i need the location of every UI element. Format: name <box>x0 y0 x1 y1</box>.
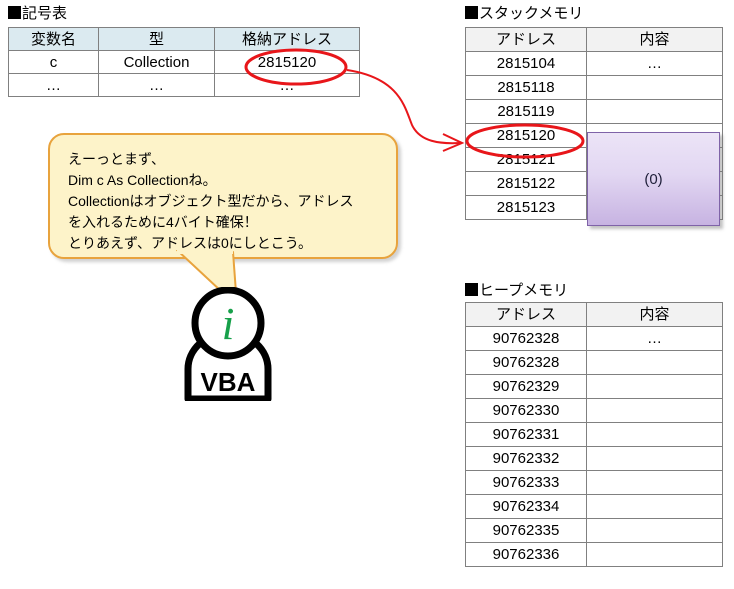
table-row: 90762331 <box>465 422 723 447</box>
cell-address: 90762331 <box>465 422 587 447</box>
table-row: 90762333 <box>465 470 723 495</box>
table-row: 2815119 <box>465 99 723 124</box>
cell-content <box>586 446 723 471</box>
cell-variable-name: c <box>8 50 99 74</box>
bullet-square-icon <box>465 6 478 19</box>
stack-memory-title-text: スタックメモリ <box>479 5 584 22</box>
table-header-row: アドレス 内容 <box>465 27 723 52</box>
cell-address: 2815123 <box>465 195 587 220</box>
allocated-memory-block: (0) <box>587 132 720 226</box>
connector-arrowhead <box>442 133 465 152</box>
table-row: 90762334 <box>465 494 723 519</box>
cell-content: … <box>586 51 723 76</box>
table-row: … … … <box>8 73 360 97</box>
cell-address: 90762330 <box>465 398 587 423</box>
cell-address: 90762329 <box>465 374 587 399</box>
heap-memory-title: ヒープメモリ <box>465 283 568 298</box>
cell-address: 90762328 <box>465 350 587 375</box>
cell-content <box>586 494 723 519</box>
cell-content <box>586 542 723 567</box>
cell-content <box>586 470 723 495</box>
cell-content <box>586 518 723 543</box>
cell-content <box>586 350 723 375</box>
cell-content <box>586 398 723 423</box>
table-row: 90762335 <box>465 518 723 543</box>
cell-address: 2815119 <box>465 99 587 124</box>
mascot-letter: i <box>222 298 235 349</box>
table-header-row: 変数名 型 格納アドレス <box>8 27 360 51</box>
table-row: 90762328 <box>465 350 723 375</box>
cell-address: 90762335 <box>465 518 587 543</box>
speech-bubble: えーっとまず、 Dim c As Collectionね。 Collection… <box>48 133 398 259</box>
bullet-square-icon <box>8 6 21 19</box>
cell-type: Collection <box>98 50 215 74</box>
table-row: 90762329 <box>465 374 723 399</box>
cell-stored-address: … <box>214 73 360 97</box>
cell-stored-address: 2815120 <box>214 50 360 74</box>
cell-content <box>586 75 723 100</box>
symbol-table-title: 記号表 <box>8 6 67 21</box>
cell-address: 90762328 <box>465 326 587 351</box>
cell-address: 90762334 <box>465 494 587 519</box>
cell-address: 2815121 <box>465 147 587 172</box>
symbol-table: 変数名 型 格納アドレス c Collection 2815120 … … … <box>8 27 360 97</box>
table-header-row: アドレス 内容 <box>465 302 723 327</box>
column-header-stored-address: 格納アドレス <box>214 27 360 51</box>
column-header-content: 内容 <box>586 302 723 327</box>
cell-variable-name: … <box>8 73 99 97</box>
cell-content <box>586 422 723 447</box>
cell-address-highlighted: 2815120 <box>465 123 587 148</box>
bullet-square-icon <box>465 283 478 296</box>
vba-mascot-icon: i VBA <box>184 287 272 401</box>
stack-memory-title: スタックメモリ <box>465 6 583 21</box>
heap-memory-table: アドレス 内容 90762328 … 90762328 90762329 907… <box>465 302 723 567</box>
table-row: c Collection 2815120 <box>8 50 360 74</box>
table-row: 2815118 <box>465 75 723 100</box>
column-header-variable-name: 変数名 <box>8 27 99 51</box>
column-header-type: 型 <box>98 27 215 51</box>
table-row: 90762328 … <box>465 326 723 351</box>
speech-bubble-text: えーっとまず、 Dim c As Collectionね。 Collection… <box>68 151 354 251</box>
cell-content: … <box>586 326 723 351</box>
allocated-block-label: (0) <box>644 170 663 188</box>
cell-content <box>586 99 723 124</box>
mascot-label: VBA <box>201 367 256 397</box>
cell-content <box>586 374 723 399</box>
column-header-address: アドレス <box>465 27 587 52</box>
table-row: 90762336 <box>465 542 723 567</box>
cell-address: 90762333 <box>465 470 587 495</box>
cell-address: 2815104 <box>465 51 587 76</box>
cell-address: 90762332 <box>465 446 587 471</box>
cell-address: 2815122 <box>465 171 587 196</box>
cell-address: 90762336 <box>465 542 587 567</box>
symbol-table-title-text: 記号表 <box>22 5 68 22</box>
column-header-content: 内容 <box>586 27 723 52</box>
cell-type: … <box>98 73 215 97</box>
table-row: 90762330 <box>465 398 723 423</box>
column-header-address: アドレス <box>465 302 587 327</box>
table-row: 2815104 … <box>465 51 723 76</box>
heap-memory-title-text: ヒープメモリ <box>479 282 569 299</box>
table-row: 90762332 <box>465 446 723 471</box>
cell-address: 2815118 <box>465 75 587 100</box>
